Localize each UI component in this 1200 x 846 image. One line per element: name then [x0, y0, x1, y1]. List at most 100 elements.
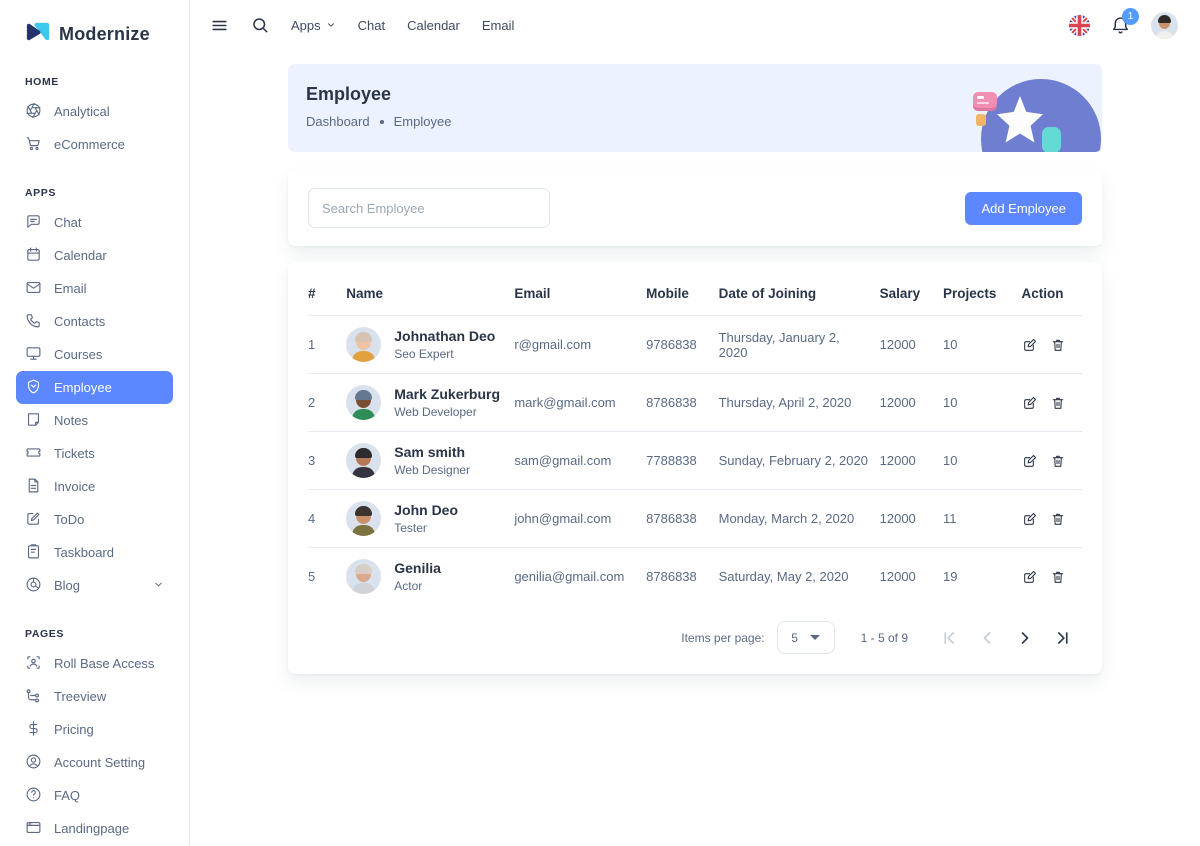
table-row: 3 Sam smith Web Designer sam@gmail.com 7… — [308, 432, 1082, 490]
edit-button[interactable] — [1022, 337, 1038, 353]
sidebar-item-label: Chat — [54, 215, 81, 230]
sidebar-item-label: Invoice — [54, 479, 95, 494]
delete-button[interactable] — [1050, 511, 1066, 527]
sidebar-item-employee[interactable]: Employee — [16, 371, 173, 404]
sidebar-item-label: Roll Base Access — [54, 656, 154, 671]
employee-doj: Monday, March 2, 2020 — [719, 490, 880, 548]
note-icon — [25, 411, 42, 431]
sidebar-item-taskboard[interactable]: Taskboard — [16, 536, 173, 569]
page-size-value: 5 — [791, 631, 798, 645]
sidebar-item-tickets[interactable]: Tickets — [16, 437, 173, 470]
tree-icon — [25, 687, 42, 707]
aperture2-icon — [25, 576, 42, 596]
employee-email: sam@gmail.com — [514, 432, 646, 490]
search-icon[interactable] — [251, 16, 269, 34]
row-index: 3 — [308, 432, 346, 490]
employee-mobile: 8786838 — [646, 374, 718, 432]
delete-button[interactable] — [1050, 569, 1066, 585]
notifications-button[interactable]: 1 — [1110, 15, 1131, 36]
sidebar-item-label: Courses — [54, 347, 102, 362]
col-name: Name — [346, 268, 514, 316]
edit-button[interactable] — [1022, 395, 1038, 411]
employee-avatar — [346, 385, 381, 420]
sidebar-item-label: Notes — [54, 413, 88, 428]
sidebar-item-faq[interactable]: FAQ — [16, 779, 173, 812]
sidebar-item-blog[interactable]: Blog — [16, 569, 173, 602]
chevron-down-icon — [326, 18, 336, 33]
phone-icon — [25, 312, 42, 332]
topnav-apps[interactable]: Apps — [291, 18, 336, 33]
add-employee-button[interactable]: Add Employee — [965, 192, 1082, 225]
employee-doj: Saturday, May 2, 2020 — [719, 548, 880, 606]
file-icon — [25, 477, 42, 497]
sidebar-item-contacts[interactable]: Contacts — [16, 305, 173, 338]
sidebar-item-chat[interactable]: Chat — [16, 206, 173, 239]
sidebar-item-analytical[interactable]: Analytical — [16, 95, 173, 128]
sidebar-item-calendar[interactable]: Calendar — [16, 239, 173, 272]
sidebar-item-landingpage[interactable]: Landingpage — [16, 812, 173, 845]
col-action: Action — [1022, 268, 1082, 316]
next-page-button[interactable] — [1006, 628, 1044, 648]
employee-salary: 12000 — [880, 548, 943, 606]
page-size-select[interactable]: 5 — [777, 621, 835, 654]
topnav-chat-label: Chat — [358, 18, 385, 33]
breadcrumb-dashboard[interactable]: Dashboard — [306, 114, 370, 129]
aperture-icon — [25, 102, 42, 122]
user-avatar[interactable] — [1151, 12, 1178, 39]
sidebar-item-label: Taskboard — [54, 545, 114, 560]
language-flag-icon[interactable] — [1069, 15, 1090, 36]
sidebar-item-account-setting[interactable]: Account Setting — [16, 746, 173, 779]
app-logo[interactable]: Modernize — [0, 14, 189, 50]
topbar: Apps Chat Calendar Email 1 — [190, 0, 1200, 50]
table-toolbar: Add Employee — [288, 170, 1102, 246]
previous-page-button[interactable] — [968, 628, 1006, 648]
topnav-chat[interactable]: Chat — [358, 18, 385, 33]
last-page-button[interactable] — [1044, 628, 1082, 648]
ticket-icon — [25, 444, 42, 464]
employee-mobile: 9786838 — [646, 316, 718, 374]
hamburger-menu-icon[interactable] — [210, 16, 229, 35]
employee-name: Mark Zukerburg — [394, 386, 500, 402]
row-index: 1 — [308, 316, 346, 374]
delete-button[interactable] — [1050, 337, 1066, 353]
sidebar-item-todo[interactable]: ToDo — [16, 503, 173, 536]
col-mobile: Mobile — [646, 268, 718, 316]
search-input[interactable] — [308, 188, 550, 228]
sidebar-item-notes[interactable]: Notes — [16, 404, 173, 437]
delete-button[interactable] — [1050, 395, 1066, 411]
calendar-icon — [25, 246, 42, 266]
edit-button[interactable] — [1022, 511, 1038, 527]
first-page-button[interactable] — [930, 628, 968, 648]
items-per-page-label: Items per page: — [681, 631, 764, 645]
employee-email: john@gmail.com — [514, 490, 646, 548]
edit-button[interactable] — [1022, 453, 1038, 469]
sidebar-item-pricing[interactable]: Pricing — [16, 713, 173, 746]
breadcrumb-employee: Employee — [394, 114, 452, 129]
topnav-calendar[interactable]: Calendar — [407, 18, 460, 33]
sidebar-item-treeview[interactable]: Treeview — [16, 680, 173, 713]
employee-email: r@gmail.com — [514, 316, 646, 374]
sidebar-item-label: Contacts — [54, 314, 105, 329]
edit-button[interactable] — [1022, 569, 1038, 585]
sidebar-item-ecommerce[interactable]: eCommerce — [16, 128, 173, 161]
monitor-icon — [25, 345, 42, 365]
user-scan-icon — [25, 654, 42, 674]
sidebar-item-label: Tickets — [54, 446, 95, 461]
sidebar-item-email[interactable]: Email — [16, 272, 173, 305]
employee-salary: 12000 — [880, 316, 943, 374]
sidebar-item-invoice[interactable]: Invoice — [16, 470, 173, 503]
sidebar-item-roll-base-access[interactable]: Roll Base Access — [16, 647, 173, 680]
sidebar-item-courses[interactable]: Courses — [16, 338, 173, 371]
table-row: 1 Johnathan Deo Seo Expert r@gmail.com 9… — [308, 316, 1082, 374]
sidebar-item-label: Landingpage — [54, 821, 129, 836]
delete-button[interactable] — [1050, 453, 1066, 469]
row-index: 2 — [308, 374, 346, 432]
clipboard-icon — [25, 543, 42, 563]
topnav-email[interactable]: Email — [482, 18, 515, 33]
employee-email: genilia@gmail.com — [514, 548, 646, 606]
employee-doj: Thursday, April 2, 2020 — [719, 374, 880, 432]
employee-name: Genilia — [394, 560, 441, 576]
employee-name: Johnathan Deo — [394, 328, 495, 344]
employee-salary: 12000 — [880, 490, 943, 548]
cart-icon — [25, 135, 42, 155]
